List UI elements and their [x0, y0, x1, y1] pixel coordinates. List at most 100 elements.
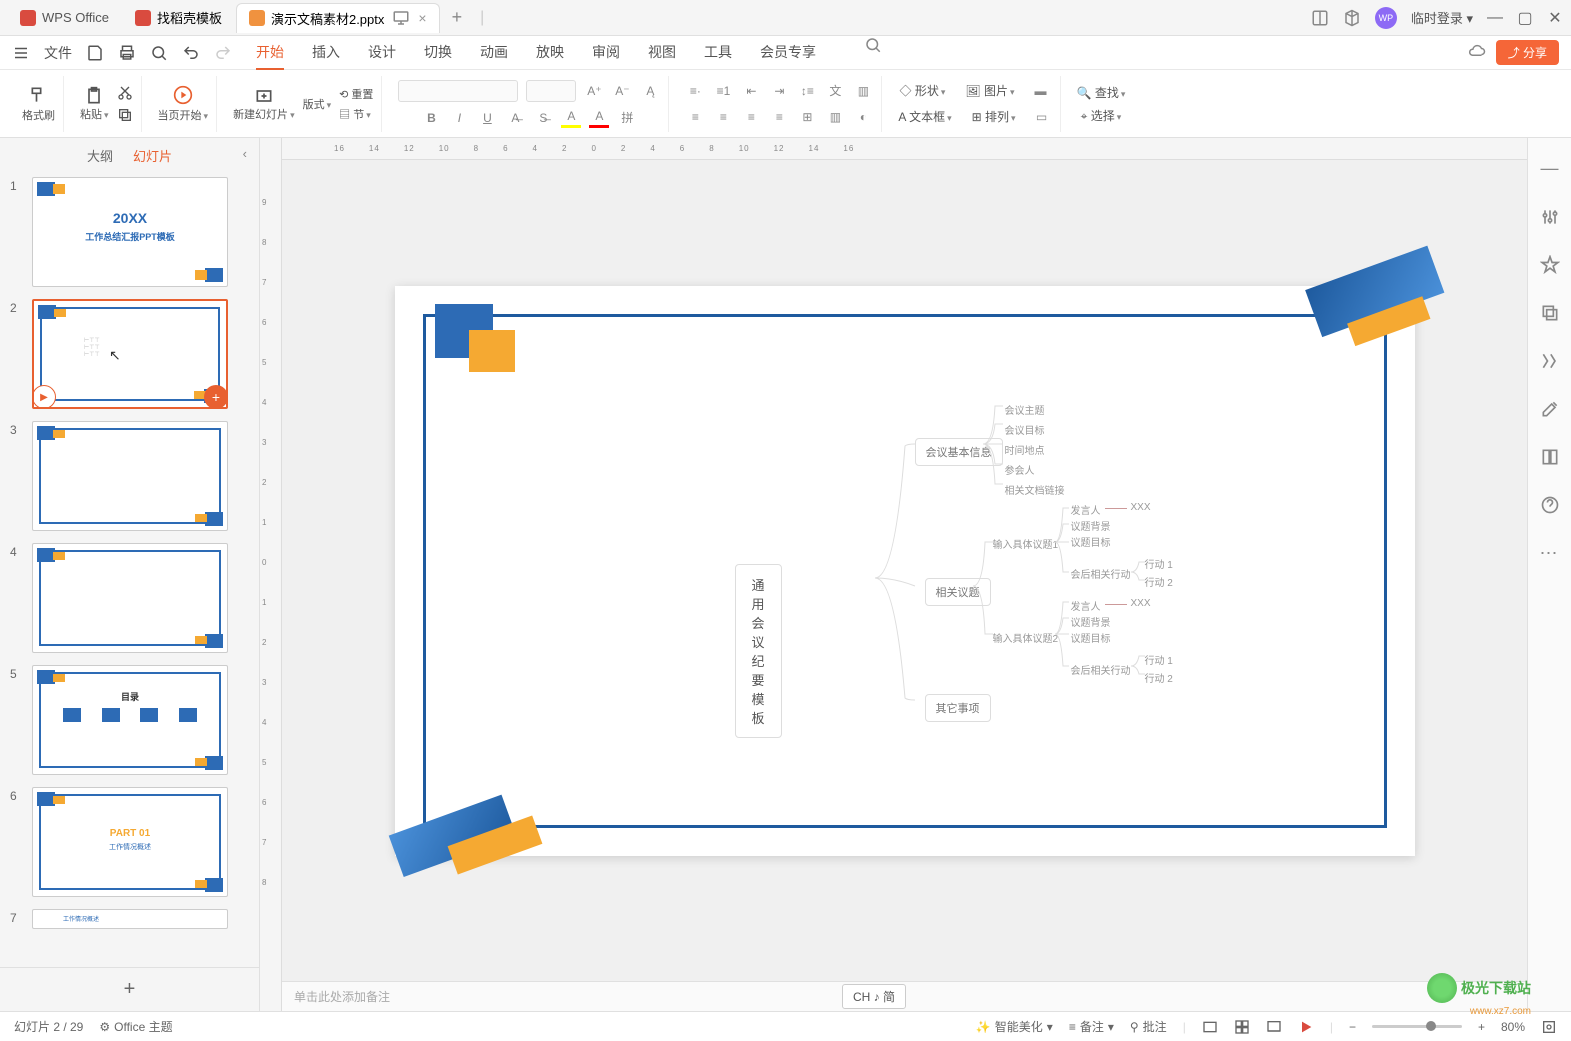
highlight-icon[interactable]: A	[561, 108, 581, 128]
mm-leaf[interactable]: 行动 2	[1145, 670, 1173, 685]
reading-view-icon[interactable]	[1266, 1019, 1282, 1035]
mm-leaf[interactable]: 发言人	[1071, 598, 1101, 613]
normal-view-icon[interactable]	[1202, 1019, 1218, 1035]
more-icon[interactable]: ⋯	[1540, 543, 1560, 564]
convert-smartart-icon[interactable]: ◐	[853, 107, 873, 127]
play-slide-icon[interactable]: ▶	[32, 385, 56, 409]
select-button[interactable]: ⌖ 选择▾	[1081, 107, 1122, 124]
slide-thumbnail-2[interactable]: 2 ⊢⊤⊤⊢⊤⊤⊢⊤⊤ ↖ ▶ +	[10, 299, 249, 409]
layers-icon[interactable]	[1540, 303, 1560, 323]
slide-thumbnail-4[interactable]: 4	[10, 543, 249, 653]
menu-tab-view[interactable]: 视图	[648, 36, 676, 70]
mm-leaf[interactable]: XXX	[1131, 598, 1151, 609]
book-icon[interactable]	[1540, 447, 1560, 467]
mm-node-basic-info[interactable]: 会议基本信息	[915, 438, 1003, 466]
slides-list[interactable]: 1 20XX 工作总结汇报PPT模板 2 ⊢⊤⊤⊢⊤⊤⊢⊤⊤ ↖ ▶ + 3	[0, 173, 259, 967]
menu-tab-design[interactable]: 设计	[368, 36, 396, 70]
fit-screen-icon[interactable]	[1541, 1019, 1557, 1035]
mm-leaf[interactable]: 会后相关行动	[1071, 662, 1131, 677]
font-color-icon[interactable]: A	[589, 108, 609, 128]
add-slide-button[interactable]: +	[0, 967, 259, 1011]
fill-color-icon[interactable]: ▬	[1031, 81, 1051, 101]
indent-decrease-icon[interactable]: ⇤	[741, 81, 761, 101]
columns-icon[interactable]: ▥	[825, 107, 845, 127]
notes-bar[interactable]: 单击此处添加备注 CH ♪ 简	[282, 981, 1527, 1011]
align-right-icon[interactable]: ≡	[741, 107, 761, 127]
help-icon[interactable]	[1540, 495, 1560, 515]
mm-leaf[interactable]: XXX	[1131, 502, 1151, 513]
slide-thumbnail-6[interactable]: 6 PART 01 工作情况概述	[10, 787, 249, 897]
app-tab[interactable]: WPS Office	[8, 3, 121, 33]
search-icon[interactable]	[864, 36, 882, 54]
file-menu[interactable]: 文件	[44, 43, 72, 63]
slide-canvas[interactable]: 通用会议纪要模板 会议基本信息 相关议题 其它事项 会议主题 会议目标 时间地点…	[395, 286, 1415, 856]
share-button[interactable]: ⤴ 分享	[1496, 40, 1559, 65]
hamburger-icon[interactable]	[12, 44, 30, 62]
settings-icon[interactable]	[1540, 207, 1560, 227]
format-brush-group[interactable]: 格式刷	[14, 76, 64, 132]
zoom-in-button[interactable]: +	[1478, 1020, 1485, 1034]
font-size-selector[interactable]	[526, 80, 576, 102]
collapse-panel-icon[interactable]: ‹	[243, 146, 247, 161]
clear-format-icon[interactable]: Ą	[640, 81, 660, 101]
slide-thumbnail-3[interactable]: 3	[10, 421, 249, 531]
mm-node-topics[interactable]: 相关议题	[925, 578, 991, 606]
favorite-icon[interactable]	[1540, 255, 1560, 275]
outline-tab[interactable]: 大纲	[87, 146, 113, 165]
ime-indicator[interactable]: CH ♪ 简	[842, 984, 906, 1009]
strikethrough-icon[interactable]: A̶	[505, 108, 525, 128]
preview-icon[interactable]	[150, 44, 168, 62]
zoom-slider[interactable]	[1372, 1025, 1462, 1028]
numbering-icon[interactable]: ≡1	[713, 81, 733, 101]
mm-leaf[interactable]: 行动 2	[1145, 574, 1173, 589]
text-direction-icon[interactable]: 文	[825, 81, 845, 101]
close-tab-icon[interactable]: ×	[418, 10, 426, 26]
slide-thumbnail-7[interactable]: 7 工作情况概述	[10, 909, 249, 929]
align-to-shape-icon[interactable]: ▥	[853, 81, 873, 101]
mm-leaf[interactable]: 行动 1	[1145, 652, 1173, 667]
align-left-icon[interactable]: ≡	[685, 107, 705, 127]
print-icon[interactable]	[118, 44, 136, 62]
menu-tab-transition[interactable]: 切换	[424, 36, 452, 70]
zoom-out-button[interactable]: −	[1349, 1020, 1356, 1034]
layout-button[interactable]: 版式▾	[303, 96, 332, 112]
bold-icon[interactable]: B	[421, 108, 441, 128]
document-tab[interactable]: 演示文稿素材2.pptx ×	[236, 3, 440, 33]
menu-tab-start[interactable]: 开始	[256, 36, 284, 70]
mm-leaf[interactable]: 相关文档链接	[1005, 482, 1065, 497]
italic-icon[interactable]: I	[449, 108, 469, 128]
mm-leaf[interactable]: 议题目标	[1071, 630, 1111, 645]
decrease-font-icon[interactable]: A⁻	[612, 81, 632, 101]
cloud-sync-icon[interactable]	[1468, 44, 1486, 62]
beautify-button[interactable]: ✨ 智能美化 ▾	[976, 1018, 1053, 1035]
mm-leaf[interactable]: 时间地点	[1005, 442, 1045, 457]
font-family-selector[interactable]	[398, 80, 518, 102]
menu-tab-vip[interactable]: 会员专享	[760, 36, 816, 70]
theme-button[interactable]: ⚙ Office 主题	[99, 1018, 172, 1035]
redo-icon[interactable]	[214, 44, 232, 62]
slide-thumbnail-1[interactable]: 1 20XX 工作总结汇报PPT模板	[10, 177, 249, 287]
notes-toggle[interactable]: ≡ 备注 ▾	[1069, 1018, 1114, 1035]
tools-icon[interactable]	[1540, 399, 1560, 419]
new-slide-group[interactable]: 新建幻灯片▾ 版式▾ ⟲ 重置 ▤ 节▾	[225, 76, 382, 132]
bullets-icon[interactable]: ≡·	[685, 81, 705, 101]
align-center-icon[interactable]: ≡	[713, 107, 733, 127]
increase-font-icon[interactable]: A⁺	[584, 81, 604, 101]
animation-pane-icon[interactable]	[1540, 351, 1560, 371]
menu-tab-tools[interactable]: 工具	[704, 36, 732, 70]
menu-tab-review[interactable]: 审阅	[592, 36, 620, 70]
user-avatar[interactable]: WP	[1375, 7, 1397, 29]
template-tab[interactable]: 找稻壳模板	[123, 3, 234, 33]
notes-placeholder[interactable]: 单击此处添加备注	[294, 988, 390, 1005]
maximize-icon[interactable]: ▢	[1517, 10, 1533, 26]
undo-icon[interactable]	[182, 44, 200, 62]
ime-icon[interactable]: 拼	[617, 108, 637, 128]
underline-icon[interactable]: U	[477, 108, 497, 128]
slideshow-view-icon[interactable]	[1298, 1019, 1314, 1035]
line-spacing-icon[interactable]: ↕≡	[797, 81, 817, 101]
cut-icon[interactable]	[117, 85, 133, 101]
mm-leaf[interactable]: 议题背景	[1071, 518, 1111, 533]
login-button[interactable]: 临时登录 ▾	[1411, 8, 1473, 27]
zoom-level[interactable]: 80%	[1501, 1020, 1525, 1034]
mindmap-root[interactable]: 通用会议纪要模板	[735, 564, 782, 738]
